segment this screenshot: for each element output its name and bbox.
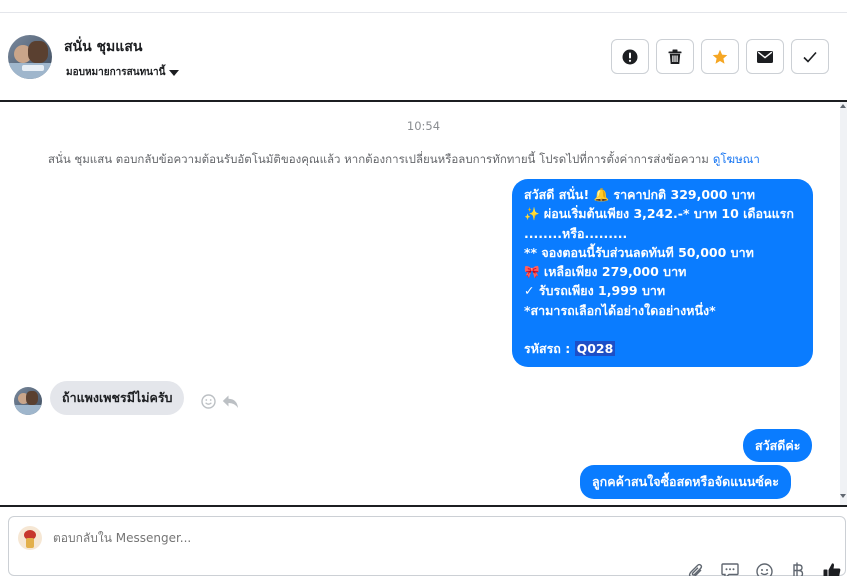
message-thread[interactable]: 10:54 สนั่น ชุมแสน ตอบกลับข้อความต้อนรับ… (0, 102, 840, 505)
assign-label: มอบหมายการสนทนานี้ (66, 67, 166, 78)
thread-scrollbar[interactable] (840, 102, 847, 505)
outgoing-message-promo[interactable]: สวัสดี สนั่น! 🔔 ราคาปกติ 329,000 บาท ✨ ผ… (512, 179, 813, 367)
contact-avatar[interactable] (8, 35, 52, 79)
delete-button[interactable] (656, 39, 694, 74)
reply-composer (8, 516, 846, 576)
scroll-down-icon[interactable] (840, 494, 846, 498)
car-code-line: รหัสรถ : Q028 (524, 339, 801, 358)
follow-up-button[interactable] (701, 39, 739, 74)
message-timestamp: 10:54 (406, 119, 441, 133)
page-avatar (18, 526, 42, 550)
header-actions (611, 39, 829, 74)
message-line: *สามารถเลือกได้อย่างใดอย่างหนึ่ง* (524, 302, 716, 318)
outgoing-message-question[interactable]: ลูกคค้าสนใจซื้อสดหรือจัดแนนซ์คะ (580, 465, 791, 499)
composer-tools (686, 561, 842, 576)
reply-arrow-icon[interactable] (222, 394, 239, 413)
mail-icon (757, 50, 773, 63)
message-line: สวัสดี สนั่น! 🔔 ราคาปกติ 329,000 บาท (524, 187, 755, 202)
thread-divider (0, 505, 847, 507)
message-line (524, 320, 801, 339)
star-icon (712, 49, 728, 64)
react-smiley-icon[interactable] (201, 394, 216, 413)
emoji-icon[interactable] (754, 561, 774, 576)
alert-icon (622, 49, 638, 64)
message-line: ........หรือ......... (524, 225, 628, 241)
baht-icon[interactable] (788, 561, 808, 576)
auto-reply-notice: สนั่น ชุมแสน ตอบกลับข้อความต้อนรับอัตโนม… (48, 151, 760, 169)
message-line: ✓ รับรถเพียง 1,999 บาท (524, 283, 666, 299)
conversation-header: สนั่น ชุมแสน มอบหมายการสนทนานี้ (0, 13, 847, 101)
caret-down-icon (169, 69, 180, 76)
messenger-inbox: สนั่น ชุมแสน มอบหมายการสนทนานี้ 10:54 สน… (0, 0, 847, 576)
mark-spam-button[interactable] (611, 39, 649, 74)
assign-conversation-dropdown[interactable]: มอบหมายการสนทนานี้ (66, 65, 180, 80)
scroll-up-icon[interactable] (840, 104, 846, 108)
message-line: ** จองตอนนี้รับส่วนลดทันที 50,000 บาท (524, 244, 754, 260)
thumbs-up-icon[interactable] (822, 561, 842, 576)
reply-input[interactable] (53, 531, 453, 545)
view-ad-link[interactable]: ดูโฆษณา (713, 152, 760, 166)
trash-icon (668, 49, 682, 64)
check-icon (803, 51, 817, 63)
message-line: 🎀 เหลือเพียง 279,000 บาท (524, 264, 687, 280)
car-code-value: Q028 (574, 341, 616, 357)
message-line: ✨ ผ่อนเริ่มต้นเพียง 3,242.-* บาท 10 เดือ… (524, 206, 794, 222)
incoming-message[interactable]: ถ้าแพงเพชรมีไม่ครับ (50, 381, 185, 415)
saved-reply-icon[interactable] (720, 561, 740, 576)
notice-text: สนั่น ชุมแสน ตอบกลับข้อความต้อนรับอัตโนม… (48, 152, 709, 166)
paperclip-icon[interactable] (686, 561, 706, 576)
car-code-label: รหัสรถ : (524, 341, 575, 357)
mark-done-button[interactable] (791, 39, 829, 74)
outgoing-message-greeting[interactable]: สวัสดีค่ะ (743, 429, 813, 462)
contact-name[interactable]: สนั่น ชุมแสน (64, 36, 142, 58)
mark-unread-button[interactable] (746, 39, 784, 74)
contact-avatar-small (14, 387, 42, 415)
